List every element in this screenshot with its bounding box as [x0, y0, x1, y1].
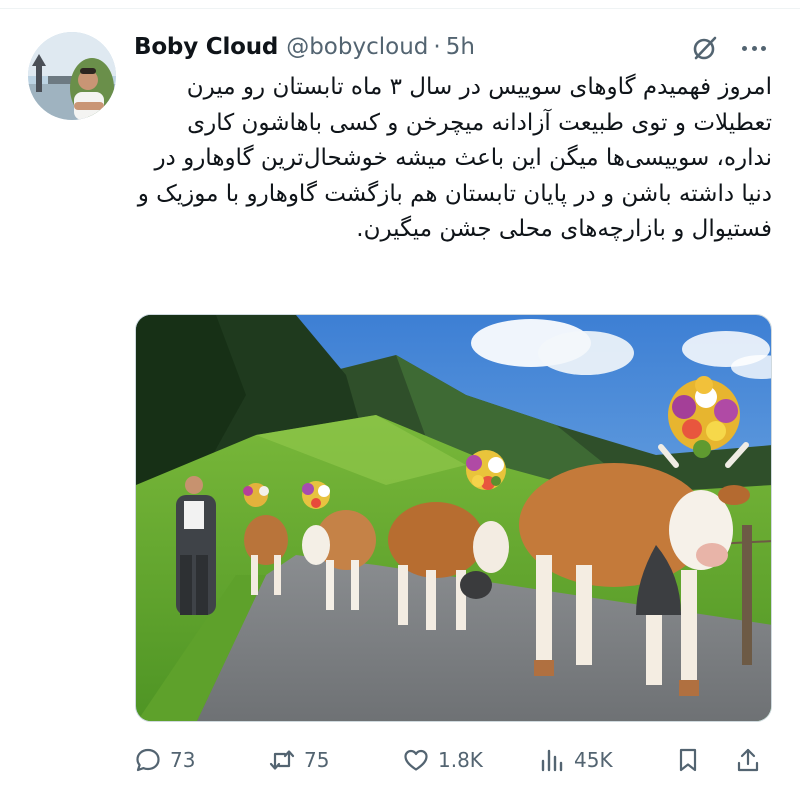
repost-button[interactable]: 75 [268, 740, 329, 780]
separator-dot: · [433, 34, 441, 60]
avatar[interactable] [28, 32, 116, 120]
heart-icon [404, 749, 428, 771]
repost-count: 75 [304, 748, 330, 772]
tweet-timestamp[interactable]: 5h [446, 34, 475, 60]
bookmark-icon [679, 748, 697, 772]
more-dot [751, 45, 757, 51]
views-count: 45K [574, 748, 613, 772]
avatar-photo [28, 32, 116, 120]
author-handle[interactable]: @bobycloud [286, 34, 428, 60]
tweet-photo[interactable] [135, 314, 772, 722]
repost-icon [269, 750, 295, 770]
views-button[interactable]: 45K [538, 740, 613, 780]
photo-cows-with-flower-crowns [136, 315, 771, 721]
grok-icon[interactable] [690, 33, 720, 63]
more-dot [742, 45, 747, 51]
like-count: 1.8K [438, 748, 483, 772]
views-icon [541, 749, 563, 772]
share-icon [737, 748, 759, 772]
tweet-actions: 73 75 1.8K 45K [134, 740, 774, 780]
reply-button[interactable]: 73 [134, 740, 195, 780]
reply-icon [136, 748, 160, 772]
tweet-header: Boby Cloud @bobycloud · 5h [134, 30, 475, 64]
reply-count: 73 [170, 748, 196, 772]
share-button[interactable] [734, 740, 762, 780]
tweet-text: امروز فهمیدم گاوهای سوییس در سال ۳ ماه ت… [137, 74, 772, 242]
more-icon[interactable] [738, 36, 770, 60]
like-button[interactable]: 1.8K [402, 740, 483, 780]
author-display-name[interactable]: Boby Cloud [134, 34, 278, 60]
top-divider [0, 8, 800, 9]
bookmark-button[interactable] [674, 740, 702, 780]
more-dot [761, 45, 766, 51]
